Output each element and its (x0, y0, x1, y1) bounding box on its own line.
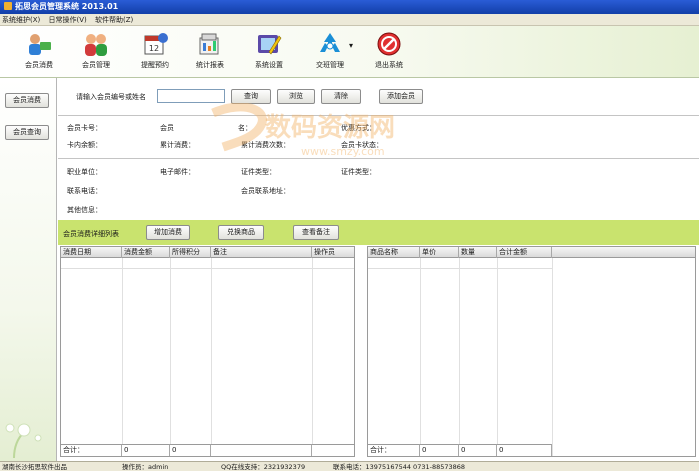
footer-empty (312, 444, 354, 456)
status-company: 湖南长沙拓思软件出品 (2, 463, 67, 471)
shift-handover-icon (316, 30, 344, 58)
card-no-label: 会员卡号： (67, 124, 102, 132)
column-header[interactable]: 合计金额 (497, 247, 552, 258)
decorative-flower-icon (5, 423, 42, 458)
view-note-button[interactable]: 查看备注 (293, 225, 339, 240)
toolbar-member-consume-button[interactable]: 会员消费 (14, 30, 64, 76)
column-header[interactable]: 商品名称 (368, 247, 420, 258)
toolbar-member-manage-button[interactable]: 会员管理 (71, 30, 121, 76)
footer-points: 0 (170, 444, 211, 456)
column-header[interactable]: 消费金额 (122, 247, 170, 258)
watermark-url: www.smzy.com (301, 145, 385, 158)
menu-system-maintenance[interactable]: 系统维护(X) (0, 14, 44, 26)
watermark-logo-icon: 数码资源网 www.smzy.com (211, 102, 395, 158)
table-row[interactable] (61, 258, 354, 269)
menu-help[interactable]: 软件帮助(Z) (93, 14, 137, 26)
work-unit-label: 职业单位： (67, 168, 102, 176)
member-name-label-a: 会员 (160, 124, 174, 132)
balance-label: 卡内余额： (67, 141, 102, 149)
toolbar-exit-button[interactable]: 退出系统 (364, 30, 414, 76)
status-qq-support: QQ在线支持：2321932379 (221, 463, 306, 471)
search-prompt-label: 请输入会员编号或姓名 (76, 93, 146, 101)
phone-label: 联系电话： (67, 187, 102, 195)
footer-empty (211, 444, 312, 456)
watermark-text: 数码资源网 (265, 113, 395, 143)
status-operator: 操作员：admin (122, 463, 169, 471)
email-label: 电子邮件： (160, 168, 195, 176)
other-info-label: 其他信息： (67, 206, 102, 214)
app-icon (4, 2, 12, 10)
footer-amount: 0 (122, 444, 170, 456)
exit-icon (375, 30, 403, 58)
footer-total-amount: 0 (497, 444, 552, 456)
column-header[interactable]: 所得积分 (170, 247, 211, 258)
toolbar-settings-button[interactable]: 系统设置 (244, 30, 294, 76)
status-bar: 湖南长沙拓思软件出品 操作员：admin QQ在线支持：2321932379 联… (0, 461, 699, 471)
divider (211, 258, 212, 456)
nav-member-query-button[interactable]: 会员查询 (5, 125, 49, 140)
details-bar: 会员消费详细列表 增加消费 兑换商品 查看备注 (58, 220, 699, 245)
total-consume-label: 累计消费： (160, 141, 195, 149)
divider (552, 258, 553, 456)
member-search-input[interactable] (157, 89, 225, 103)
goods-list-grid[interactable]: 商品名称 单价 数量 合计金额 合计： 0 0 0 (367, 246, 696, 457)
toolbar-report-button[interactable]: 统计报表 (185, 30, 235, 76)
divider (312, 258, 313, 456)
divider (170, 258, 171, 456)
column-header[interactable]: 备注 (211, 247, 312, 258)
nav-member-consume-button[interactable]: 会员消费 (5, 93, 49, 108)
column-header[interactable]: 单价 (420, 247, 459, 258)
footer-quantity: 0 (459, 444, 497, 456)
consume-list-grid[interactable]: 消费日期 消费金额 所得积分 备注 操作员 合计： 0 0 (60, 246, 355, 457)
details-title: 会员消费详细列表 (63, 230, 119, 238)
id-type-label-2: 证件类型： (341, 168, 376, 176)
watermark: 数码资源网 www.smzy.com (205, 102, 415, 163)
column-header[interactable]: 消费日期 (61, 247, 122, 258)
query-button[interactable]: 查询 (231, 89, 271, 104)
grid-header: 消费日期 消费金额 所得积分 备注 操作员 (61, 247, 354, 258)
calendar-reminder-icon: 12 (141, 30, 169, 58)
divider (497, 258, 498, 456)
report-icon (196, 30, 224, 58)
menu-bar: 系统维护(X) 日常操作(V) 软件帮助(Z) (0, 14, 699, 26)
settings-icon (255, 30, 283, 58)
title-bar: 拓思会员管理系统 2013.01 (0, 0, 699, 14)
table-row[interactable] (368, 258, 552, 269)
toolbar-shift-button[interactable]: 交班管理 (305, 30, 355, 76)
footer-total-label: 合计： (368, 444, 420, 456)
divider (122, 258, 123, 456)
column-header[interactable]: 操作员 (312, 247, 354, 258)
svg-text:12: 12 (149, 44, 159, 53)
add-member-button[interactable]: 添加会员 (379, 89, 423, 104)
toolbar: 会员消费 会员管理 12 提醒预约 统计报表 系统设置 交班管理 ▾ 退出系统 (0, 26, 699, 78)
column-header[interactable]: 数量 (459, 247, 497, 258)
add-consume-button[interactable]: 增加消费 (146, 225, 190, 240)
address-label: 会员联系地址： (241, 187, 290, 195)
divider (420, 258, 421, 456)
member-consume-icon (25, 30, 53, 58)
toolbar-reminder-button[interactable]: 12 提醒预约 (130, 30, 180, 76)
dropdown-arrow-icon[interactable]: ▾ (349, 41, 353, 50)
footer-price: 0 (420, 444, 459, 456)
footer-total-label: 合计： (61, 444, 122, 456)
browse-button[interactable]: 浏览 (277, 89, 315, 104)
divider (459, 258, 460, 456)
status-phone: 联系电话：13975167544 0731-88573868 (333, 463, 466, 471)
member-manage-icon (82, 30, 110, 58)
grid-header: 商品名称 单价 数量 合计金额 (368, 247, 695, 258)
menu-daily-operation[interactable]: 日常操作(V) (47, 14, 91, 26)
id-type-label: 证件类型： (241, 168, 276, 176)
clear-button[interactable]: 清除 (321, 89, 361, 104)
left-nav: 会员消费 会员查询 (0, 78, 57, 461)
redeem-goods-button[interactable]: 兑换商品 (218, 225, 264, 240)
window-title: 拓思会员管理系统 2013.01 (15, 2, 119, 11)
